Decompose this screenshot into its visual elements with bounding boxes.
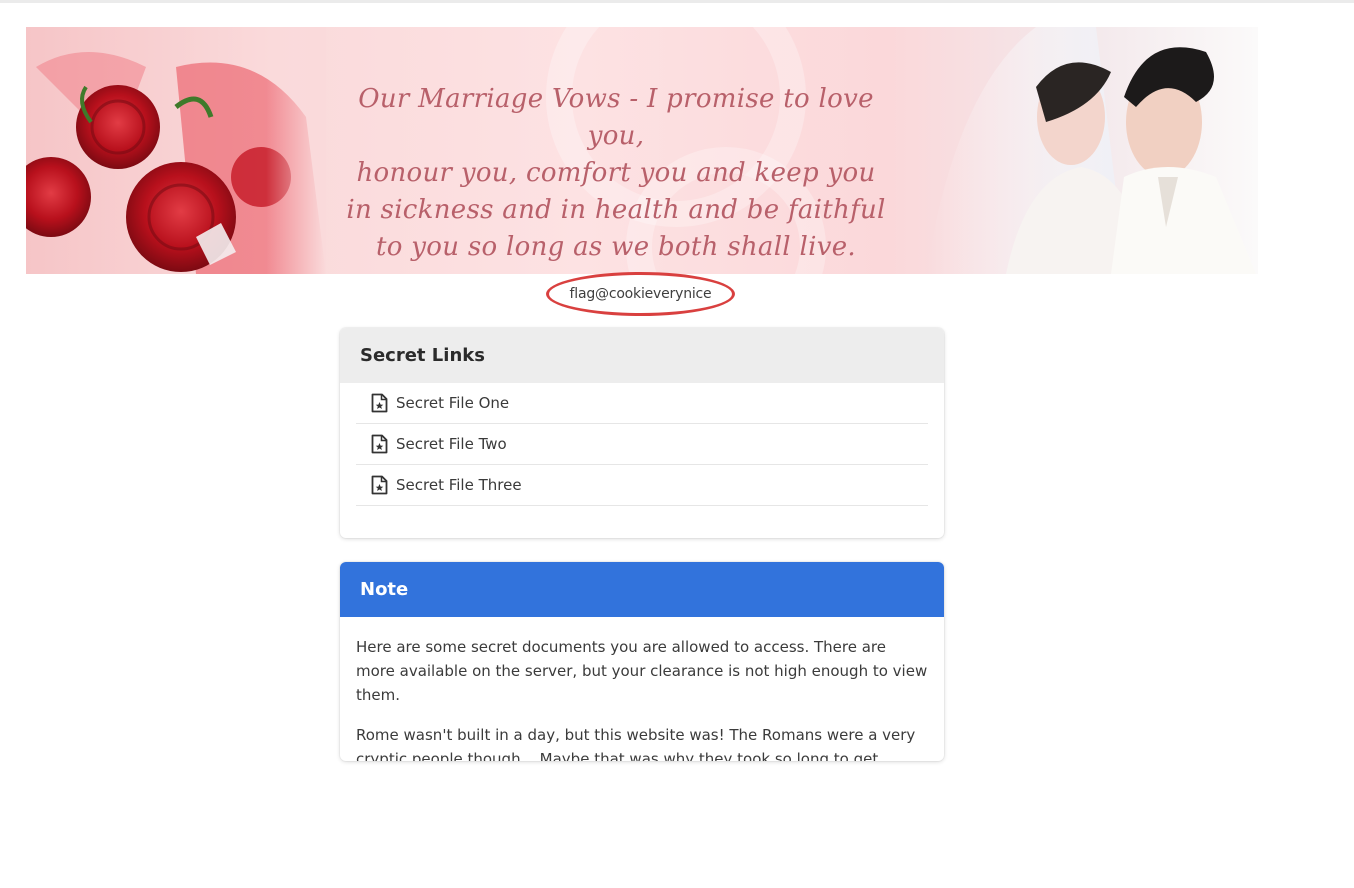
vow-line: to you so long as we both shall live. xyxy=(376,232,856,262)
note-paragraph: Rome wasn't built in a day, but this web… xyxy=(356,726,916,761)
secret-file-label: Secret File Three xyxy=(396,476,522,494)
note-title: Note xyxy=(340,562,944,617)
note-body: Here are some secret documents you are a… xyxy=(340,617,944,761)
note-paragraph: Here are some secret documents you are a… xyxy=(356,638,928,704)
note-card: Note Here are some secret documents you … xyxy=(340,562,944,761)
vow-line: honour you, comfort you and keep you xyxy=(356,158,876,188)
vow-line: in sickness and in health and be faithfu… xyxy=(346,195,886,225)
secret-links-card: Secret Links Secret File One Secret File… xyxy=(340,328,944,538)
flag-annotation-ring: flag@cookieverynice xyxy=(546,272,735,316)
secret-file-three-link[interactable]: Secret File Three xyxy=(356,465,928,506)
secret-file-label: Secret File One xyxy=(396,394,510,412)
file-star-icon xyxy=(371,475,388,495)
secret-file-label: Secret File Two xyxy=(396,435,507,453)
roses-illustration xyxy=(26,27,326,274)
secret-links-title: Secret Links xyxy=(340,328,944,383)
wedding-banner: Our Marriage Vows - I promise to love yo… xyxy=(26,27,1258,274)
flag-text: flag@cookieverynice xyxy=(569,286,712,302)
secret-links-list: Secret File One Secret File Two Secret F… xyxy=(340,383,944,506)
file-star-icon xyxy=(371,434,388,454)
vows-text: Our Marriage Vows - I promise to love yo… xyxy=(326,81,906,266)
secret-file-one-link[interactable]: Secret File One xyxy=(356,383,928,424)
couple-illustration xyxy=(926,27,1256,274)
file-star-icon xyxy=(371,393,388,413)
vow-line: Our Marriage Vows - I promise to love yo… xyxy=(358,84,874,151)
secret-file-two-link[interactable]: Secret File Two xyxy=(356,424,928,465)
top-border xyxy=(0,0,1354,3)
